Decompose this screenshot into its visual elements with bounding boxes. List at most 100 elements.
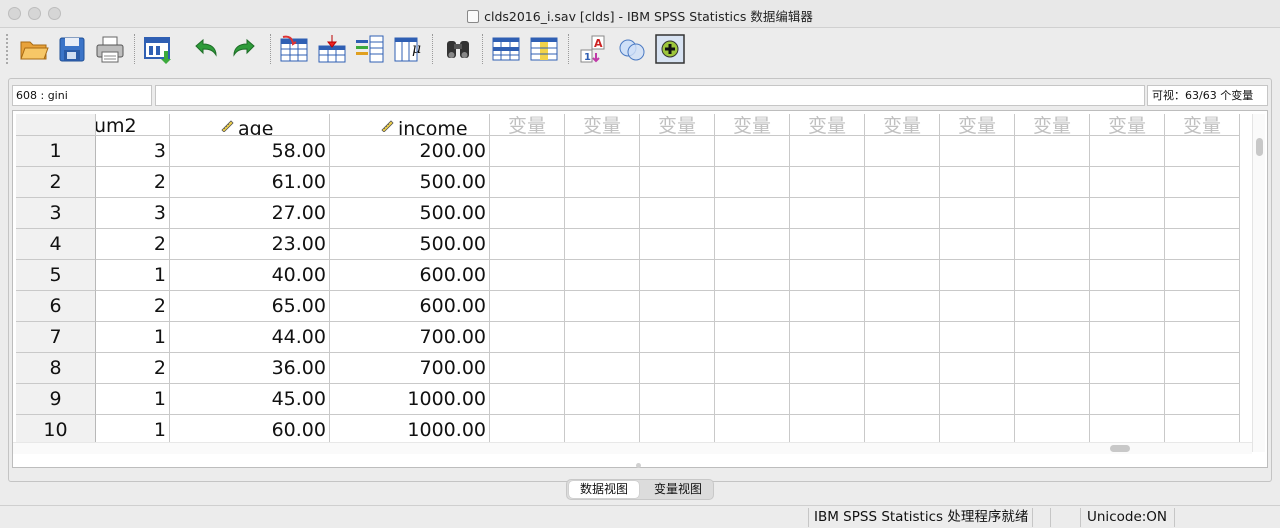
empty-cell[interactable] bbox=[1015, 322, 1090, 353]
data-cell-income[interactable]: 700.00 bbox=[330, 353, 490, 384]
empty-cell[interactable] bbox=[1090, 136, 1165, 167]
empty-cell[interactable] bbox=[790, 167, 865, 198]
empty-cell[interactable] bbox=[790, 384, 865, 415]
data-cell-income[interactable]: 1000.00 bbox=[330, 384, 490, 415]
empty-cell[interactable] bbox=[790, 260, 865, 291]
row-header[interactable]: 5 bbox=[16, 260, 96, 291]
redo-icon[interactable] bbox=[228, 33, 260, 65]
column-header-empty[interactable]: 变量 bbox=[1165, 114, 1240, 136]
grid-corner[interactable] bbox=[16, 114, 96, 136]
empty-cell[interactable] bbox=[865, 384, 940, 415]
empty-cell[interactable] bbox=[1090, 353, 1165, 384]
empty-cell[interactable] bbox=[865, 136, 940, 167]
empty-cell[interactable] bbox=[565, 322, 640, 353]
empty-cell[interactable] bbox=[715, 167, 790, 198]
row-header[interactable]: 4 bbox=[16, 229, 96, 260]
data-cell-income[interactable]: 200.00 bbox=[330, 136, 490, 167]
empty-cell[interactable] bbox=[565, 198, 640, 229]
empty-cell[interactable] bbox=[940, 229, 1015, 260]
empty-cell[interactable] bbox=[715, 198, 790, 229]
data-cell-age[interactable]: 36.00 bbox=[170, 353, 330, 384]
empty-cell[interactable] bbox=[865, 198, 940, 229]
data-cell-age[interactable]: 27.00 bbox=[170, 198, 330, 229]
open-icon[interactable] bbox=[18, 33, 50, 65]
data-cell-income[interactable]: 500.00 bbox=[330, 229, 490, 260]
column-header-empty[interactable]: 变量 bbox=[1015, 114, 1090, 136]
row-header[interactable]: 9 bbox=[16, 384, 96, 415]
empty-cell[interactable] bbox=[1090, 291, 1165, 322]
weight-cases-icon[interactable] bbox=[616, 33, 648, 65]
empty-cell[interactable] bbox=[1165, 136, 1240, 167]
column-header-empty[interactable]: 变量 bbox=[865, 114, 940, 136]
empty-cell[interactable] bbox=[565, 229, 640, 260]
empty-cell[interactable] bbox=[490, 136, 565, 167]
empty-cell[interactable] bbox=[940, 322, 1015, 353]
empty-cell[interactable] bbox=[715, 291, 790, 322]
empty-cell[interactable] bbox=[715, 136, 790, 167]
variables-icon[interactable] bbox=[354, 33, 386, 65]
empty-cell[interactable] bbox=[640, 167, 715, 198]
data-cell-income[interactable]: 500.00 bbox=[330, 167, 490, 198]
empty-cell[interactable] bbox=[865, 260, 940, 291]
empty-cell[interactable] bbox=[565, 291, 640, 322]
data-cell-num2[interactable]: 1 bbox=[96, 322, 170, 353]
empty-cell[interactable] bbox=[565, 167, 640, 198]
insert-cases-icon[interactable] bbox=[490, 33, 522, 65]
toolbar-grip[interactable] bbox=[6, 34, 8, 64]
column-header-empty[interactable]: 变量 bbox=[490, 114, 565, 136]
splitter-handle[interactable] bbox=[636, 463, 641, 468]
empty-cell[interactable] bbox=[940, 167, 1015, 198]
row-header[interactable]: 6 bbox=[16, 291, 96, 322]
goto-case-icon[interactable] bbox=[278, 33, 310, 65]
data-cell-num2[interactable]: 2 bbox=[96, 353, 170, 384]
column-header-num2[interactable]: um2 bbox=[96, 114, 170, 136]
empty-cell[interactable] bbox=[1015, 291, 1090, 322]
split-file-icon[interactable]: A1 bbox=[578, 33, 610, 65]
empty-cell[interactable] bbox=[640, 229, 715, 260]
empty-cell[interactable] bbox=[715, 384, 790, 415]
tab-data-view[interactable]: 数据视图 bbox=[569, 481, 639, 498]
row-header[interactable]: 8 bbox=[16, 353, 96, 384]
empty-cell[interactable] bbox=[1165, 322, 1240, 353]
empty-cell[interactable] bbox=[640, 260, 715, 291]
insert-variable-icon[interactable] bbox=[528, 33, 560, 65]
horizontal-scrollbar[interactable] bbox=[13, 442, 1252, 454]
empty-cell[interactable] bbox=[1090, 322, 1165, 353]
empty-cell[interactable] bbox=[715, 229, 790, 260]
row-header[interactable]: 1 bbox=[16, 136, 96, 167]
empty-cell[interactable] bbox=[790, 322, 865, 353]
data-cell-age[interactable]: 40.00 bbox=[170, 260, 330, 291]
empty-cell[interactable] bbox=[565, 136, 640, 167]
data-cell-age[interactable]: 23.00 bbox=[170, 229, 330, 260]
empty-cell[interactable] bbox=[565, 384, 640, 415]
run-descriptive-icon[interactable]: μ bbox=[392, 33, 424, 65]
row-header[interactable]: 2 bbox=[16, 167, 96, 198]
data-cell-num2[interactable]: 1 bbox=[96, 260, 170, 291]
data-cell-income[interactable]: 700.00 bbox=[330, 322, 490, 353]
data-cell-age[interactable]: 45.00 bbox=[170, 384, 330, 415]
data-cell-age[interactable]: 61.00 bbox=[170, 167, 330, 198]
tab-variable-view[interactable]: 变量视图 bbox=[643, 481, 713, 498]
empty-cell[interactable] bbox=[490, 291, 565, 322]
empty-cell[interactable] bbox=[715, 260, 790, 291]
data-cell-income[interactable]: 600.00 bbox=[330, 260, 490, 291]
empty-cell[interactable] bbox=[565, 260, 640, 291]
empty-cell[interactable] bbox=[640, 322, 715, 353]
empty-cell[interactable] bbox=[640, 353, 715, 384]
empty-cell[interactable] bbox=[1015, 136, 1090, 167]
data-cell-num2[interactable]: 2 bbox=[96, 291, 170, 322]
empty-cell[interactable] bbox=[1090, 229, 1165, 260]
empty-cell[interactable] bbox=[1090, 198, 1165, 229]
empty-cell[interactable] bbox=[490, 198, 565, 229]
print-icon[interactable] bbox=[94, 33, 126, 65]
data-cell-num2[interactable]: 3 bbox=[96, 136, 170, 167]
empty-cell[interactable] bbox=[1015, 229, 1090, 260]
vertical-scroll-thumb[interactable] bbox=[1256, 138, 1263, 156]
empty-cell[interactable] bbox=[490, 260, 565, 291]
column-header-empty[interactable]: 变量 bbox=[715, 114, 790, 136]
empty-cell[interactable] bbox=[640, 384, 715, 415]
empty-cell[interactable] bbox=[490, 167, 565, 198]
empty-cell[interactable] bbox=[1015, 384, 1090, 415]
empty-cell[interactable] bbox=[940, 136, 1015, 167]
empty-cell[interactable] bbox=[865, 353, 940, 384]
